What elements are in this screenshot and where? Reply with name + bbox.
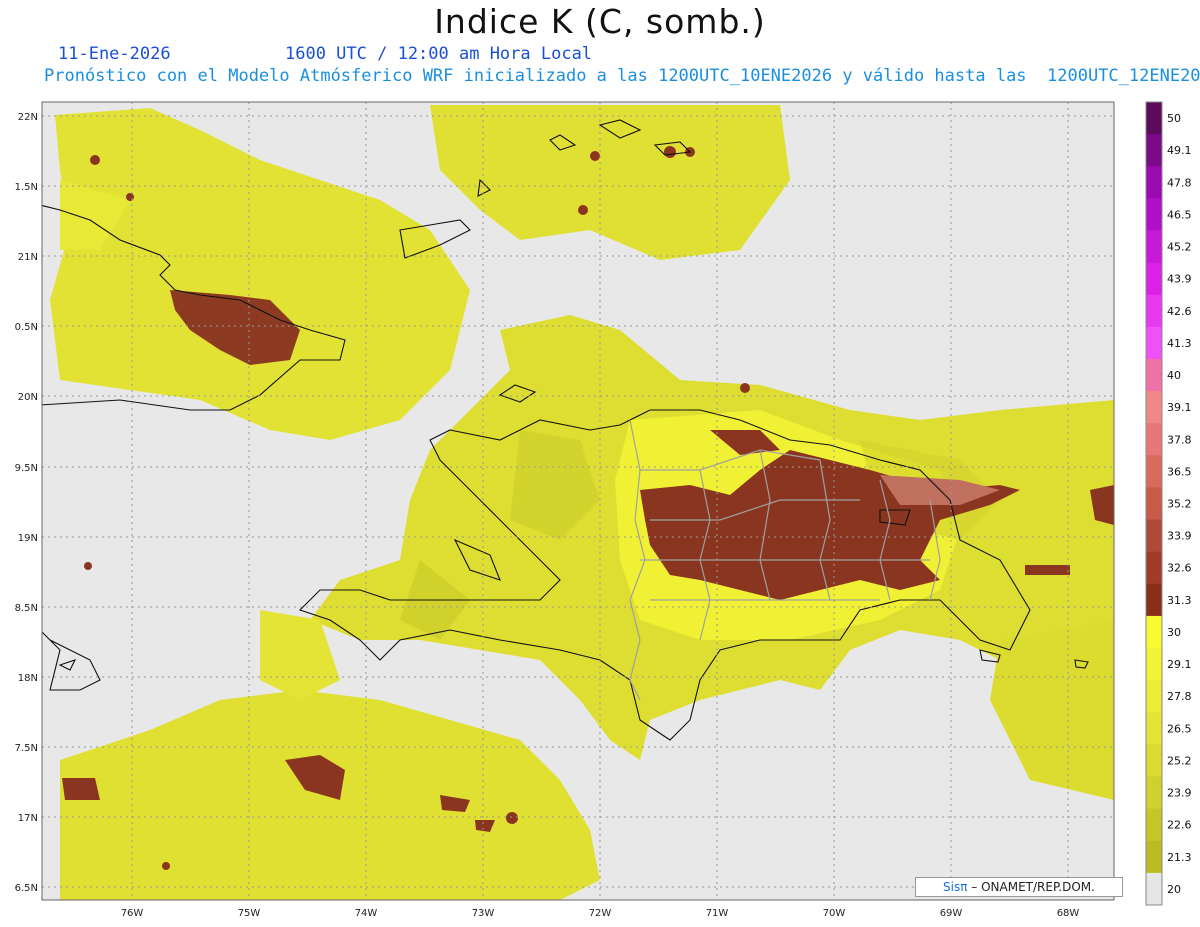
colorbar-label: 30 bbox=[1167, 626, 1181, 639]
colorbar-label: 33.9 bbox=[1167, 530, 1192, 543]
colorbar-swatch bbox=[1146, 423, 1162, 456]
colorbar-swatch bbox=[1146, 391, 1162, 424]
colorbar-swatch bbox=[1146, 358, 1162, 392]
colorbar-label: 42.6 bbox=[1167, 305, 1192, 318]
lon-label: 74W bbox=[355, 908, 378, 919]
colorbar-swatch bbox=[1146, 230, 1162, 264]
colorbar-swatch bbox=[1146, 455, 1162, 488]
colorbar-swatch bbox=[1146, 744, 1162, 778]
colorbar-swatch bbox=[1146, 872, 1162, 906]
colorbar-swatch bbox=[1146, 551, 1162, 585]
colorbar-swatch bbox=[1146, 583, 1162, 617]
map-figure: 22N 1.5N 21N 0.5N 20N 9.5N 19N 8.5N 18N … bbox=[15, 101, 1192, 919]
colorbar-label: 40 bbox=[1167, 369, 1181, 382]
lon-label: 75W bbox=[238, 908, 261, 919]
colorbar-label: 39.1 bbox=[1167, 401, 1192, 414]
colorbar-swatch bbox=[1146, 166, 1162, 199]
colorbar-label: 46.5 bbox=[1167, 208, 1192, 221]
colorbar-swatch bbox=[1146, 487, 1162, 521]
colorbar-swatch bbox=[1146, 840, 1162, 874]
lon-label: 71W bbox=[706, 908, 729, 919]
colorbar-swatch bbox=[1146, 294, 1162, 328]
colorbar-label: 31.3 bbox=[1167, 594, 1192, 607]
colorbar-label: 37.8 bbox=[1167, 433, 1192, 446]
lat-label: 0.5N bbox=[15, 322, 38, 333]
colorbar-label: 35.2 bbox=[1167, 498, 1192, 511]
lat-label: 22N bbox=[18, 112, 38, 123]
colorbar-label: 49.1 bbox=[1167, 144, 1192, 157]
colorbar-label: 23.9 bbox=[1167, 787, 1192, 800]
lon-label: 73W bbox=[472, 908, 495, 919]
lat-label: 17N bbox=[18, 813, 38, 824]
colorbar-label: 21.3 bbox=[1167, 851, 1192, 864]
colorbar-label: 27.8 bbox=[1167, 690, 1192, 703]
colorbar-swatch bbox=[1146, 648, 1162, 681]
lat-label: 9.5N bbox=[15, 463, 38, 474]
colorbar-label: 20 bbox=[1167, 883, 1181, 896]
colorbar-label: 47.8 bbox=[1167, 176, 1192, 189]
colorbar-label: 29.1 bbox=[1167, 658, 1192, 671]
lat-label: 20N bbox=[18, 392, 38, 403]
lon-label: 69W bbox=[940, 908, 963, 919]
colorbar-swatch bbox=[1146, 615, 1162, 649]
colorbar-label: 41.3 bbox=[1167, 337, 1192, 350]
lat-label: 1.5N bbox=[15, 182, 38, 193]
lat-label: 18N bbox=[18, 673, 38, 684]
colorbar-swatch bbox=[1146, 262, 1162, 296]
colorbar-label: 26.5 bbox=[1167, 722, 1192, 735]
lat-label: 7.5N bbox=[15, 743, 38, 754]
lat-label: 8.5N bbox=[15, 603, 38, 614]
lat-axis: 22N 1.5N 21N 0.5N 20N 9.5N 19N 8.5N 18N … bbox=[15, 112, 38, 894]
lon-axis: 76W 75W 74W 73W 72W 71W 70W 69W 68W bbox=[121, 908, 1080, 919]
colorbar-swatch bbox=[1146, 198, 1162, 231]
lon-label: 72W bbox=[589, 908, 612, 919]
colorbar-swatch bbox=[1146, 776, 1162, 810]
colorbar-label: 36.5 bbox=[1167, 465, 1192, 478]
credit-text: – ONAMET/REP.DOM. bbox=[971, 880, 1095, 894]
colorbar-swatch bbox=[1146, 808, 1162, 842]
lon-label: 70W bbox=[823, 908, 846, 919]
colorbar-swatch bbox=[1146, 102, 1162, 135]
lat-label: 6.5N bbox=[15, 883, 38, 894]
colorbar-swatch bbox=[1146, 712, 1162, 745]
colorbar-label: 45.2 bbox=[1167, 241, 1192, 254]
colorbar-swatch bbox=[1146, 680, 1162, 713]
colorbar-swatch bbox=[1146, 134, 1162, 167]
sis-logo: Sisπ bbox=[943, 880, 968, 894]
lon-label: 68W bbox=[1057, 908, 1080, 919]
colorbar-label: 25.2 bbox=[1167, 754, 1192, 767]
colorbar: 50 49.1 47.8 46.5 45.2 43.9 42.6 41.3 40 39.1 37.8… bbox=[1145, 101, 1192, 906]
colorbar-swatch bbox=[1146, 326, 1162, 360]
lat-label: 19N bbox=[18, 533, 38, 544]
colorbar-label: 32.6 bbox=[1167, 562, 1192, 575]
credit-box: Sisπ – ONAMET/REP.DOM. bbox=[915, 877, 1123, 897]
colorbar-label: 22.6 bbox=[1167, 819, 1192, 832]
lon-label: 76W bbox=[121, 908, 144, 919]
colorbar-label: 43.9 bbox=[1167, 273, 1192, 286]
colorbar-swatch bbox=[1146, 519, 1162, 553]
colorbar-label: 50 bbox=[1167, 112, 1181, 125]
lat-label: 21N bbox=[18, 252, 38, 263]
